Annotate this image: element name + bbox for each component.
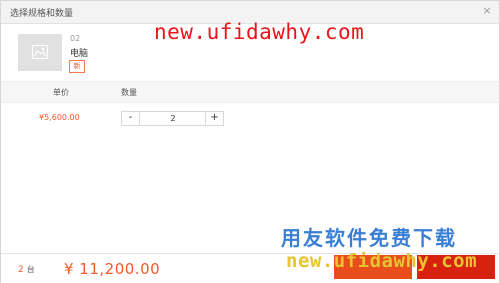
spec-quantity-dialog: 选择规格和数量 × 02 电脑 新 单价 数量 ¥5,600.00 - + 2台… [0, 0, 500, 283]
increment-button[interactable]: + [205, 112, 223, 125]
new-badge: 新 [69, 60, 85, 73]
close-icon[interactable]: × [481, 5, 493, 17]
product-name: 电脑 [70, 49, 89, 59]
table-header: 单价 数量 [1, 81, 499, 103]
item-count-value: 2 [18, 265, 24, 275]
watermark-url-bottom: new.ufidawhy.com [286, 250, 478, 272]
quantity-input[interactable] [140, 112, 206, 125]
product-thumbnail [18, 34, 62, 71]
watermark-cn: 用友软件免费下载 [281, 226, 457, 250]
dialog-title: 选择规格和数量 [10, 9, 74, 19]
total-amount: ¥ 11,200.00 [64, 260, 161, 278]
watermark-url-top: new.ufidawhy.com [154, 20, 365, 44]
item-count-unit: 台 [26, 265, 35, 274]
item-count: 2台 [18, 264, 35, 275]
image-placeholder-icon [32, 45, 48, 59]
header-quantity: 数量 [121, 88, 137, 97]
product-code: 02 [70, 34, 81, 43]
decrement-button[interactable]: - [122, 112, 140, 125]
header-price: 单价 [53, 88, 69, 97]
quantity-stepper: - + [121, 111, 224, 126]
unit-price: ¥5,600.00 [39, 113, 80, 122]
